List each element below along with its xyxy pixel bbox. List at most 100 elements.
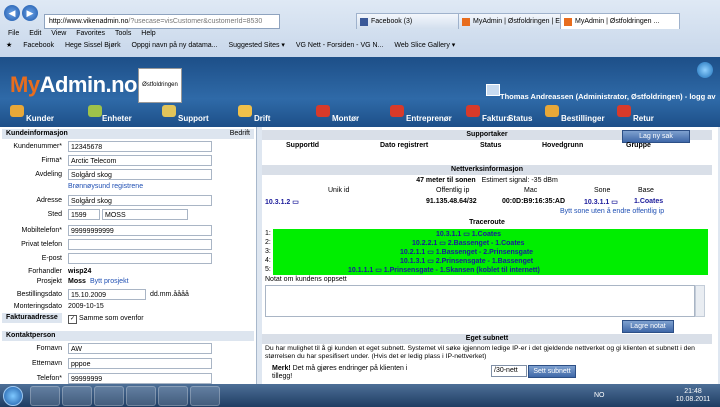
fav-facebook[interactable]: Facebook: [23, 42, 54, 49]
nav-faktura[interactable]: Faktura: [466, 105, 511, 126]
bytt-prosjekt-link[interactable]: Bytt prosjekt: [90, 278, 129, 285]
avdeling-label: Avdeling: [35, 171, 62, 178]
same-as-above-checkbox[interactable]: ✓: [68, 315, 77, 324]
menu-edit[interactable]: Edit: [29, 30, 41, 37]
notes-scrollbar[interactable]: [695, 285, 705, 317]
signal-info: 47 meter til sonen Estimert signal: -35 …: [416, 177, 558, 184]
fav-hege[interactable]: Hege Sissel Bjørk: [65, 42, 121, 49]
tab-myadmin-1[interactable]: MyAdmin | Østfoldringen | E...: [458, 13, 574, 29]
faktura-section-header: Fakturaadresse: [2, 313, 62, 323]
bronnoysund-link[interactable]: Brønnøysund registrene: [68, 183, 143, 190]
nav-entreprenor[interactable]: Entreprenør: [390, 105, 452, 126]
device-icon: ▭: [292, 199, 299, 206]
etternavn-field[interactable]: pppoe: [68, 358, 212, 369]
traceroute-hop[interactable]: 10.2.1.1 ▭ 1.Bassenget - 2.Prinsensgate: [400, 248, 533, 256]
globe-icon[interactable]: [697, 62, 713, 78]
mobil-field[interactable]: 99999999999: [68, 225, 212, 236]
notes-textarea[interactable]: [265, 285, 695, 317]
traceroute-hop[interactable]: 10.1.3.1 ▭ 2.Prinsensgate - 1.Bassenget: [400, 257, 533, 265]
unik-id-link[interactable]: 10.3.1.2 ▭: [265, 198, 299, 206]
nav-kunder[interactable]: Kunder: [10, 105, 54, 126]
nav-support[interactable]: Support: [162, 105, 209, 126]
etternavn-label: Etternavn: [32, 360, 62, 367]
details-panel: Supportaker Lag ny sak SupportId Dato re…: [262, 127, 718, 384]
folder-icon[interactable]: [62, 386, 92, 406]
menu-help[interactable]: Help: [141, 30, 155, 37]
kundenummer-label: Kundenummer*: [13, 143, 62, 150]
change-zone-link[interactable]: Bytt sone uten å endre offentlig ip: [560, 208, 664, 215]
menu-favorites[interactable]: Favorites: [76, 30, 105, 37]
kundenummer-field[interactable]: 12345678: [68, 141, 212, 152]
menu-tools[interactable]: Tools: [115, 30, 131, 37]
customers-icon: [10, 105, 24, 117]
firma-field[interactable]: Arctic Telecom: [68, 155, 212, 166]
operations-icon: [238, 105, 252, 117]
fornavn-field[interactable]: AW: [68, 343, 212, 354]
internet-explorer-icon[interactable]: [30, 386, 60, 406]
menu-view[interactable]: View: [51, 30, 66, 37]
bestillingsdato-field[interactable]: 15.10.2009: [68, 289, 146, 300]
traceroute-hop[interactable]: 10.2.2.1 ▭ 2.Bassenget - 1.Coates: [412, 239, 524, 247]
clock[interactable]: 21:48 10.08.2011: [672, 388, 714, 404]
hop-number: 5:: [265, 266, 271, 273]
media-player-icon[interactable]: [94, 386, 124, 406]
nav-montor[interactable]: Montør: [316, 105, 359, 126]
poststed-field[interactable]: MOSS: [102, 209, 188, 220]
menu-file[interactable]: File: [8, 30, 19, 37]
sone-link[interactable]: 10.3.1.1 ▭: [584, 198, 618, 206]
traceroute-hop[interactable]: 10.1.1.1 ▭ 1.Prinsensgate - 1.Skansen (k…: [348, 266, 540, 274]
mobil-label: Mobiltelefon*: [21, 227, 62, 234]
installer-icon: [316, 105, 330, 117]
epost-field[interactable]: [68, 253, 212, 264]
network-header: Nettverksinformasjon: [262, 165, 712, 175]
nav-enheter[interactable]: Enheter: [88, 105, 132, 126]
nav-bestillinger[interactable]: Bestillinger: [545, 105, 605, 126]
tab-myadmin-2[interactable]: MyAdmin | Østfoldringen ...: [560, 13, 680, 29]
sted-label: Sted: [47, 211, 62, 218]
language-indicator[interactable]: NO: [594, 392, 605, 399]
traceroute-hop[interactable]: 10.3.1.1 ▭ 1.Coates: [436, 230, 501, 238]
favorites-bar: ★ Facebook Hege Sissel Bjørk Oppgi navn …: [0, 41, 720, 55]
nav-retur[interactable]: Retur: [617, 105, 654, 126]
base-link[interactable]: 1.Coates: [634, 198, 663, 205]
hop-number: 2:: [265, 239, 271, 246]
fav-oppgi[interactable]: Oppgi navn på ny datama...: [132, 42, 218, 49]
privat-field[interactable]: [68, 239, 212, 250]
telefon-field[interactable]: 99999999: [68, 373, 212, 384]
hop-number: 4:: [265, 257, 271, 264]
fav-vg-nett[interactable]: VG Nett - Forsiden - VG N...: [296, 42, 384, 49]
adresse-field[interactable]: Solgård skog: [68, 195, 212, 206]
invoice-icon: [466, 105, 480, 117]
forward-icon[interactable]: ▶: [22, 5, 38, 21]
nav-drift[interactable]: Drift: [238, 105, 270, 126]
app-icon[interactable]: [190, 386, 220, 406]
notes-label: Notat om kundens oppsett: [265, 276, 347, 283]
myadmin-icon: [462, 18, 470, 26]
subnet-size-select[interactable]: /30-nett: [491, 365, 527, 377]
subnet-header: Eget subnett: [262, 334, 712, 344]
return-icon: [617, 105, 631, 117]
subnet-description: Du har mulighet til å gi kunden et eget …: [265, 345, 695, 360]
adresse-label: Adresse: [36, 197, 62, 204]
fav-suggested-sites[interactable]: Suggested Sites ▾: [228, 42, 284, 49]
address-bar[interactable]: http://www.vikenadmin.no/?usecase=visCus…: [44, 14, 280, 29]
start-button-icon[interactable]: [3, 386, 23, 406]
set-subnet-button[interactable]: Sett subnett: [528, 365, 576, 378]
tab-facebook[interactable]: Facebook (3): [356, 13, 472, 29]
orders-icon: [545, 105, 559, 117]
nav-status[interactable]: Status: [508, 108, 532, 126]
back-icon[interactable]: ◀: [4, 5, 20, 21]
favorites-star-icon[interactable]: ★: [6, 42, 12, 49]
montering-label: Monteringsdato: [13, 303, 62, 310]
user-info[interactable]: Thomas Andreassen (Administrator, Østfol…: [500, 92, 716, 101]
epost-label: E-post: [41, 255, 62, 262]
myadmin-icon: [564, 18, 572, 26]
fav-web-slice[interactable]: Web Slice Gallery ▾: [394, 42, 455, 49]
avdeling-field[interactable]: Solgård skog: [68, 169, 212, 180]
save-note-button[interactable]: Lagre notat: [622, 320, 674, 333]
postnr-field[interactable]: 1599: [68, 209, 100, 220]
myadmin-logo[interactable]: MyAdmin.no: [10, 72, 138, 98]
bestilling-label: Bestillingsdato: [16, 291, 62, 298]
app-icon[interactable]: [126, 386, 156, 406]
app-icon[interactable]: [158, 386, 188, 406]
